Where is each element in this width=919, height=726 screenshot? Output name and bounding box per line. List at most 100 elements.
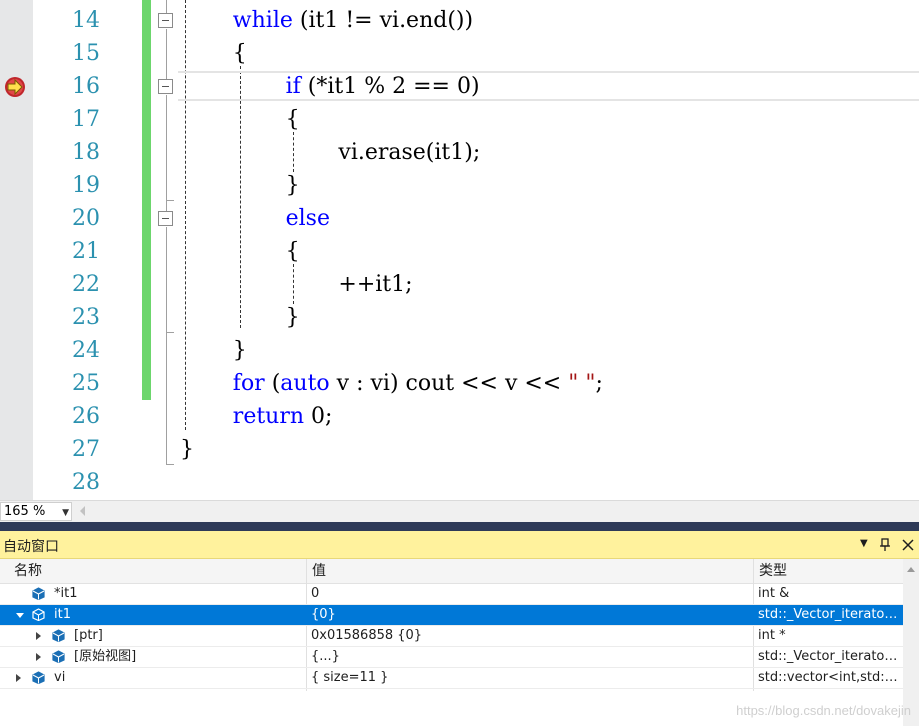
line-number: 16 [72, 74, 100, 99]
code-line[interactable]: } [286, 301, 300, 334]
code-token: ( [264, 371, 281, 396]
code-editor[interactable]: 14 15 16 17 18 19 20 21 22 23 24 25 26 27 28 while (it… [0, 0, 919, 500]
cell-type[interactable]: int & [758, 584, 901, 604]
code-line[interactable]: } [180, 433, 194, 466]
outline-guide [166, 95, 167, 211]
collapse-region-icon[interactable] [158, 79, 173, 94]
variable-cube-icon [32, 587, 45, 600]
scroll-left-icon[interactable] [80, 506, 85, 516]
cell-value[interactable]: {0} [311, 605, 749, 625]
vertical-scrollbar[interactable] [903, 559, 919, 726]
code-line[interactable]: } [233, 334, 247, 367]
code-line[interactable]: vi.erase(it1); [338, 136, 480, 169]
code-token: { [285, 239, 300, 264]
outline-guide [166, 227, 167, 465]
scroll-up-icon[interactable] [907, 567, 915, 572]
autos-panel-title: 自动窗口 [3, 539, 59, 555]
code-token: ++it1; [338, 272, 413, 297]
autos-grid[interactable]: 名称 值 类型 *it1 0 int & it1 {0} std::_Vector_ite… [0, 559, 919, 726]
keyword-token: auto [280, 371, 330, 396]
keyword-token: if [285, 74, 301, 99]
cell-value[interactable]: { size=11 } [311, 668, 749, 688]
column-header-type[interactable]: 类型 [753, 559, 903, 584]
string-token: " " [568, 371, 596, 396]
outline-guide [166, 332, 174, 334]
line-number: 26 [72, 404, 100, 429]
watermark-text: https://blog.csdn.net/dovakejin [736, 703, 911, 718]
code-token: vi.erase(it1); [338, 140, 481, 165]
column-header-value[interactable]: 值 [306, 559, 753, 584]
code-line[interactable]: { [286, 103, 300, 136]
indent-guide [240, 66, 241, 328]
indent-guide [293, 264, 294, 304]
outline-guide [166, 0, 167, 13]
table-row[interactable]: it1 {0} std::_Vector_iterator<std::_Vector… [0, 605, 903, 626]
code-line[interactable]: for (auto v : vi) cout << v << " "; [233, 367, 603, 400]
expand-arrow-icon[interactable] [16, 674, 21, 682]
variable-cube-icon [32, 671, 45, 684]
code-token: } [285, 173, 300, 198]
code-line[interactable]: { [286, 235, 300, 268]
code-line[interactable]: return 0; [233, 400, 333, 433]
code-token: 0; [304, 404, 333, 429]
cell-name[interactable]: it1 [54, 605, 302, 625]
cell-name[interactable]: vi [54, 668, 302, 688]
cell-value[interactable]: 0x01586858 {0} [311, 626, 749, 646]
keyword-token: for [232, 371, 265, 396]
cell-type[interactable]: std::_Vector_iterator<std::_Vector_val<s… [758, 647, 901, 667]
current-statement-arrow-icon [5, 77, 25, 97]
code-line[interactable]: else [286, 202, 330, 235]
code-line[interactable]: } [286, 169, 300, 202]
code-line[interactable]: ++it1; [338, 268, 412, 301]
line-number: 25 [72, 371, 100, 396]
cell-name[interactable]: [ptr] [74, 626, 302, 646]
line-number: 20 [72, 206, 100, 231]
code-token: ; [595, 371, 603, 396]
cell-type[interactable]: std::_Vector_iterator<std::_Vector_val<s… [758, 605, 901, 625]
line-number: 27 [72, 437, 100, 462]
code-line[interactable]: if (*it1 % 2 == 0) [286, 70, 480, 103]
line-number: 18 [72, 140, 100, 165]
pin-icon[interactable] [879, 538, 891, 552]
close-icon[interactable] [902, 539, 914, 551]
code-token: v : vi) cout << v << [329, 371, 569, 396]
table-row[interactable]: vi { size=11 } std::vector<int,std::alloca… [0, 668, 903, 689]
table-row[interactable]: *it1 0 int & [0, 584, 903, 605]
cell-type[interactable]: int * [758, 626, 901, 646]
keyword-token: return [232, 404, 305, 429]
code-token: } [232, 338, 247, 363]
glyph-margin[interactable] [0, 0, 33, 500]
keyword-token: while [232, 8, 293, 33]
expand-arrow-icon[interactable] [36, 632, 41, 640]
variable-cube-icon [52, 650, 65, 663]
autos-panel-titlebar: 自动窗口 ▼ [0, 531, 919, 559]
code-line[interactable]: while (it1 != vi.end()) [233, 4, 473, 37]
chevron-down-icon: ▼ [62, 508, 69, 518]
cell-value[interactable]: {...} [311, 647, 749, 667]
table-row[interactable]: [原始视图] {...} std::_Vector_iterator<std::_V… [0, 647, 903, 668]
line-number: 17 [72, 107, 100, 132]
code-token: { [232, 41, 247, 66]
cell-name[interactable]: *it1 [54, 584, 302, 604]
table-row[interactable]: [ptr] 0x01586858 {0} int * [0, 626, 903, 647]
window-position-dropdown-icon[interactable]: ▼ [860, 538, 868, 549]
outline-guide [166, 29, 167, 79]
variable-cube-icon [32, 608, 45, 621]
panel-splitter[interactable] [0, 522, 919, 531]
expand-arrow-icon[interactable] [36, 653, 41, 661]
cell-type[interactable]: std::vector<int,std::allocator<int> > [758, 668, 901, 688]
zoom-level-dropdown[interactable]: 165 % ▼ [0, 502, 72, 521]
code-line[interactable]: { [233, 37, 247, 70]
code-token: } [180, 437, 194, 462]
collapse-region-icon[interactable] [158, 211, 173, 226]
cell-value[interactable]: 0 [311, 584, 749, 604]
code-token: } [285, 305, 300, 330]
line-number: 22 [72, 272, 100, 297]
collapse-arrow-icon[interactable] [16, 613, 24, 618]
column-header-name[interactable]: 名称 [8, 559, 306, 584]
change-tracking-bar [142, 0, 151, 400]
collapse-region-icon[interactable] [158, 13, 173, 28]
keyword-token: else [285, 206, 330, 231]
zoom-level-value: 165 % [4, 504, 46, 519]
cell-name[interactable]: [原始视图] [74, 647, 302, 667]
